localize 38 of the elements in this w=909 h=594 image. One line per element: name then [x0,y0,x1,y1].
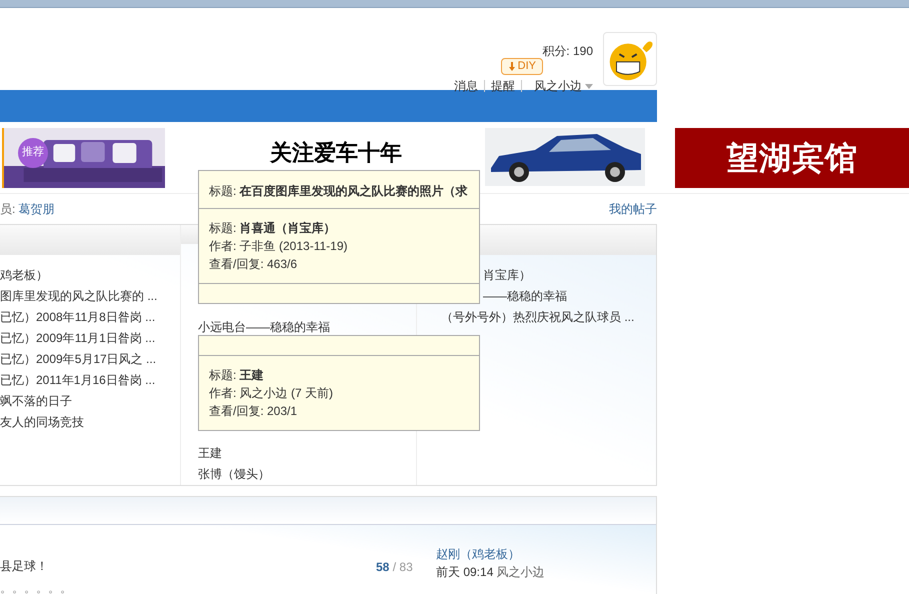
thread-link[interactable]: 友人的同场竞技 [0,415,84,429]
tooltip-line: 标题: 肖喜通（肖宝库） [209,220,337,237]
header-link[interactable]: 消息 [454,77,478,95]
download-icon [508,62,516,71]
reply-count: 58 / 83 [376,559,414,576]
header-link[interactable]: 提醒 [491,77,515,95]
thread-link[interactable]: 鸡老板） [0,268,48,282]
tooltip-line: 作者: 子非鱼 (2013-11-19) [209,238,348,255]
thread-link[interactable]: （号外号外）热烈庆祝风之队球员 ... [441,310,634,324]
thread-link[interactable]: 飒不落的日子 [0,394,72,408]
user-menu[interactable]: 风之小边 [534,77,593,95]
my-posts-link[interactable]: 我的帖子 [609,200,657,218]
ad-headline: 关注爱车十年 [270,138,402,166]
last-post-title[interactable]: 赵刚（鸡老板） [436,545,656,563]
thread-link[interactable]: ——稳稳的幸福 [483,289,567,303]
thread-link[interactable]: 已忆）2008年11月8日昝岗 ... [0,310,156,324]
last-post-info: 前天 09:14 风之小边 [436,564,546,581]
tooltip-line: 标题: 王建 [209,367,265,384]
thread-link[interactable]: 张博（馒头） [198,467,270,481]
avatar-icon [603,32,657,86]
thread-link[interactable]: 已忆）2011年1月16日昝岗 ... [0,373,156,387]
points-text: 积分: 190 [542,43,593,60]
thread-link[interactable]: 已忆）2009年11月1日昝岗 ... [0,331,156,345]
thread-link[interactable]: 已忆）2009年5月17日风之 ... [0,352,156,366]
member-link[interactable]: 葛贺朋 [18,202,55,216]
tooltip-line: 查看/回复: 463/6 [209,256,298,273]
thread-link[interactable]: 图库里发现的风之队比赛的 ... [0,289,158,303]
thread-link[interactable]: 肖宝库） [483,268,531,282]
thread-title[interactable]: 县足球！ [0,557,376,575]
tooltip-line: 作者: 风之小边 (7 天前) [209,385,334,402]
thread-link[interactable]: 王建 [198,446,222,460]
member-text: 员: 葛贺朋 [0,201,55,218]
tooltip-line: 标题: 在百度图库里发现的风之队比赛的照片（求 [209,183,469,200]
thread-excerpt: 。。。。。。 [0,580,73,594]
car-icon [485,128,645,186]
thread-link[interactable]: 小远电台——稳稳的幸福 [198,320,330,334]
ad-headline: 望湖宾馆 [726,138,858,178]
tooltip-line: 查看/回复: 203/1 [209,403,298,420]
